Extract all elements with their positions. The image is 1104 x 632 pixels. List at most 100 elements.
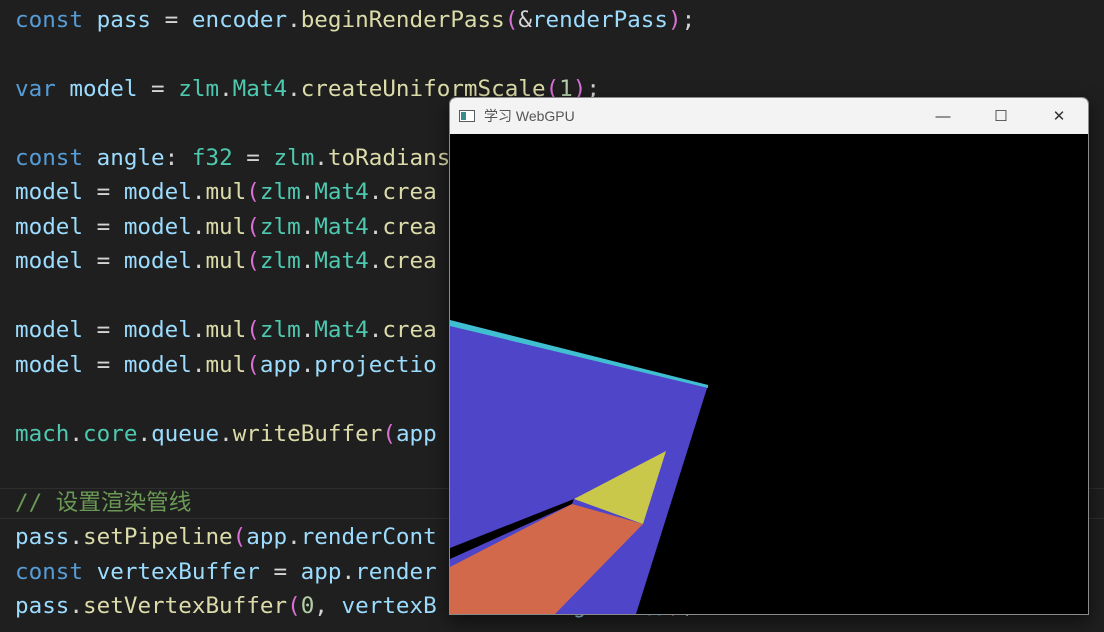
minimize-button[interactable]: — xyxy=(914,98,972,134)
code-token: . xyxy=(368,179,383,205)
code-token: . xyxy=(69,524,84,550)
code-line[interactable]: model = model.mul(zlm.Mat4.crea xyxy=(15,244,437,278)
code-token: zlm xyxy=(259,248,301,274)
code-token: Mat4 xyxy=(314,179,369,205)
code-token: crea xyxy=(382,214,437,240)
code-token: model xyxy=(123,317,192,343)
code-token: 0 xyxy=(300,593,315,619)
code-token: ) xyxy=(667,7,682,33)
code-line[interactable]: model = model.mul(app.projectio xyxy=(15,348,437,382)
code-token: = xyxy=(259,559,301,585)
code-token: ( xyxy=(504,7,519,33)
code-line[interactable]: model = model.mul(zlm.Mat4.crea xyxy=(15,210,437,244)
code-token: zlm xyxy=(259,179,301,205)
code-token: ( xyxy=(246,248,260,274)
code-token: zlm xyxy=(178,76,220,102)
code-token: model xyxy=(15,179,84,205)
code-token: vertexB xyxy=(341,593,437,619)
app-window[interactable]: 学习 WebGPU — ☐ ✕ xyxy=(449,97,1089,615)
code-token: mul xyxy=(205,317,247,343)
code-token: var xyxy=(15,76,56,102)
title-bar[interactable]: 学习 WebGPU — ☐ ✕ xyxy=(450,98,1088,134)
code-token: . xyxy=(368,214,383,240)
code-token: . xyxy=(287,76,301,102)
code-token: model xyxy=(15,352,84,378)
code-token: render xyxy=(355,559,437,585)
code-token: ( xyxy=(232,524,247,550)
code-token: . xyxy=(341,559,356,585)
code-token: crea xyxy=(382,317,437,343)
code-token: const xyxy=(15,7,84,33)
code-token: mul xyxy=(205,179,247,205)
code-token: vertexBuffer xyxy=(96,559,260,585)
code-line[interactable]: model = model.mul(zlm.Mat4.crea xyxy=(15,313,437,347)
code-token: . xyxy=(69,593,84,619)
code-token: ( xyxy=(246,352,260,378)
code-token: renderPass xyxy=(531,7,668,33)
code-token: crea xyxy=(382,179,437,205)
code-token: projectio xyxy=(314,352,437,378)
code-line[interactable]: mach.core.queue.writeBuffer(app xyxy=(15,417,437,451)
code-token: angle xyxy=(96,145,165,171)
app-icon xyxy=(459,110,475,122)
code-line[interactable]: const angle: f32 = zlm.toRadians xyxy=(15,141,450,175)
code-token: = xyxy=(83,214,124,240)
code-token: = xyxy=(83,179,124,205)
code-token: . xyxy=(287,524,301,550)
code-line[interactable]: // 设置渲染管线 xyxy=(15,486,191,520)
code-token: zlm xyxy=(259,214,301,240)
code-token: Mat4 xyxy=(232,76,288,102)
code-token: , xyxy=(314,593,342,619)
code-line[interactable]: pass.setPipeline(app.renderCont xyxy=(15,520,437,554)
code-token: queue xyxy=(151,421,220,447)
code-token: : xyxy=(164,145,192,171)
code-token: = xyxy=(151,7,192,33)
close-button[interactable]: ✕ xyxy=(1030,98,1088,134)
code-token: . xyxy=(191,214,206,240)
code-token: ( xyxy=(246,179,260,205)
render-canvas[interactable] xyxy=(450,134,1088,614)
code-token: core xyxy=(83,421,138,447)
code-token: beginRenderPass xyxy=(300,7,505,33)
minimize-icon: — xyxy=(935,107,951,125)
code-token: . xyxy=(300,317,315,343)
code-token: app xyxy=(259,352,301,378)
code-token: pass xyxy=(96,7,152,33)
code-token: . xyxy=(69,421,84,447)
code-token: model xyxy=(15,317,84,343)
code-token: toRadians xyxy=(327,145,451,171)
code-token: app xyxy=(246,524,288,550)
code-token: model xyxy=(123,248,192,274)
code-token: pass xyxy=(15,524,70,550)
code-token: . xyxy=(191,179,206,205)
code-token: . xyxy=(314,145,328,171)
maximize-icon: ☐ xyxy=(994,108,1008,125)
code-token: // 设置渲染管线 xyxy=(15,490,192,516)
close-icon: ✕ xyxy=(1052,108,1066,125)
code-token: = xyxy=(83,352,124,378)
code-line[interactable]: const vertexBuffer = app.render xyxy=(15,555,437,589)
window-title: 学习 WebGPU xyxy=(484,108,575,124)
code-token: const xyxy=(15,559,84,585)
code-token: setVertexBuffer xyxy=(83,593,288,619)
code-token: . xyxy=(219,76,233,102)
code-token: zlm xyxy=(273,145,315,171)
code-line[interactable]: const pass = encoder.beginRenderPass(&re… xyxy=(15,3,695,37)
maximize-button[interactable]: ☐ xyxy=(972,98,1030,134)
code-token: . xyxy=(287,7,301,33)
code-token: . xyxy=(300,248,315,274)
code-token: model xyxy=(69,76,138,102)
code-token: app xyxy=(395,421,437,447)
code-token: model xyxy=(15,214,84,240)
code-token: . xyxy=(191,317,206,343)
code-token: setPipeline xyxy=(83,524,233,550)
code-line[interactable]: model = model.mul(zlm.Mat4.crea xyxy=(15,175,437,209)
code-token: mul xyxy=(205,352,247,378)
code-token: ( xyxy=(287,593,301,619)
code-token: app xyxy=(300,559,342,585)
code-token: ( xyxy=(246,317,260,343)
code-token: renderCont xyxy=(300,524,437,550)
window-controls: — ☐ ✕ xyxy=(914,98,1088,134)
